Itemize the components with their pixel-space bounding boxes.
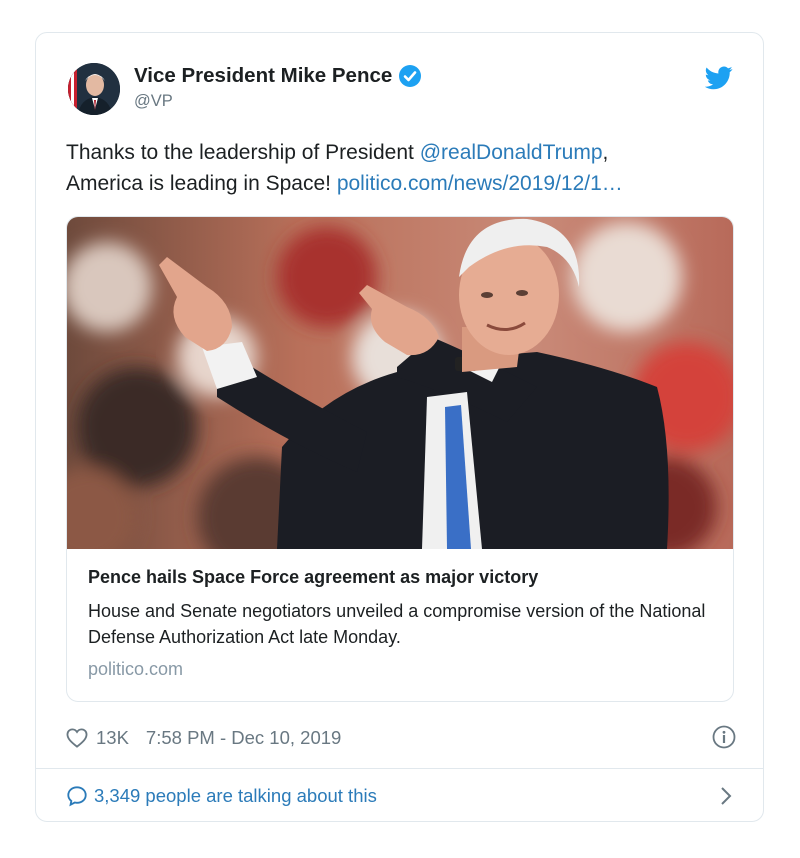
tweet-text-part: , <box>602 141 609 164</box>
card-domain: politico.com <box>88 659 184 679</box>
card-title[interactable]: Pence hails Space Force agreement as maj… <box>88 567 712 588</box>
mention-link[interactable]: @realDonaldTrump <box>420 141 603 164</box>
author-block: Vice President Mike Pence @VP <box>134 64 422 111</box>
card-description: House and Senate negotiators unveiled a … <box>88 601 706 647</box>
conversation-link[interactable]: 3,349 people are talking about this <box>66 783 736 809</box>
author-display-name[interactable]: Vice President Mike Pence <box>134 64 392 88</box>
link-preview-card[interactable]: Pence hails Space Force agreement as maj… <box>66 216 734 702</box>
embedded-tweet-card: Vice President Mike Pence @VP Thanks to … <box>35 32 764 822</box>
info-icon[interactable] <box>712 725 736 749</box>
divider <box>36 768 763 769</box>
author-name-row[interactable]: Vice President Mike Pence <box>134 64 422 88</box>
talking-count-text[interactable]: 3,349 people are talking about this <box>94 785 377 807</box>
heart-icon[interactable] <box>66 728 88 748</box>
article-photo[interactable] <box>67 217 733 549</box>
chevron-right-icon[interactable] <box>720 786 732 806</box>
card-body[interactable]: Pence hails Space Force agreement as maj… <box>67 549 733 680</box>
tweet-text: Thanks to the leadership of President @r… <box>66 137 726 199</box>
verified-badge-icon <box>399 65 422 87</box>
like-count[interactable]: 13K <box>96 727 129 749</box>
tweet-timestamp[interactable]: 7:58 PM - Dec 10, 2019 <box>146 727 341 749</box>
tweet-meta-row: 13K 7:58 PM - Dec 10, 2019 <box>66 725 736 751</box>
tweet-text-part: America is leading in Space! <box>66 172 337 195</box>
avatar[interactable] <box>68 63 120 115</box>
reply-bubble-icon <box>67 786 87 807</box>
twitter-bird-icon[interactable] <box>705 66 733 90</box>
author-handle[interactable]: @VP <box>134 92 422 111</box>
tweet-text-part: Thanks to the leadership of President <box>66 141 420 164</box>
article-url-link[interactable]: politico.com/news/2019/12/1… <box>337 172 623 195</box>
